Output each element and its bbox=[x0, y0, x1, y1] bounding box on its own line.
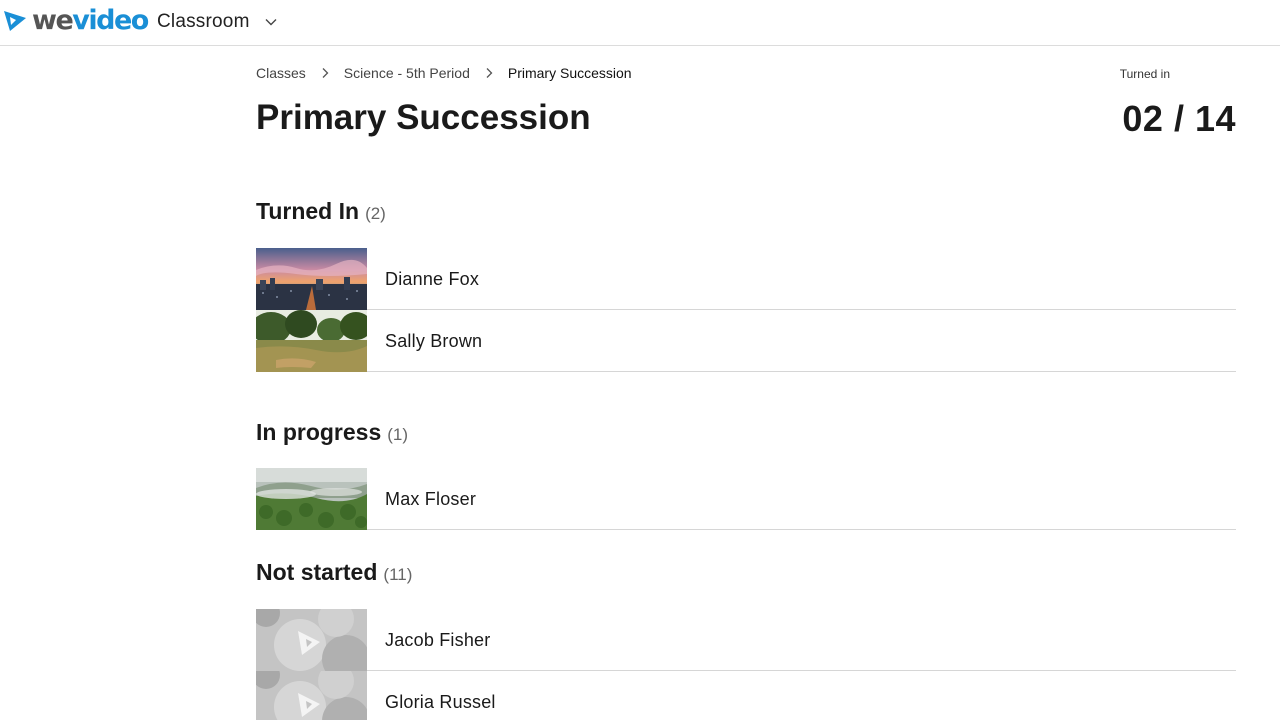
placeholder-thumbnail-icon bbox=[256, 609, 367, 671]
wevideo-wordmark: wevideo bbox=[32, 4, 149, 36]
chevron-right-icon bbox=[322, 68, 329, 78]
section-name: In progress bbox=[256, 419, 382, 445]
section-name: Turned In bbox=[256, 198, 360, 224]
app-switcher[interactable]: Classroom bbox=[157, 11, 278, 33]
video-thumbnail-meadow bbox=[256, 310, 367, 372]
section-in-progress-header: In progress (1) bbox=[256, 419, 408, 446]
turned-in-list: Dianne Fox Sally Brown bbox=[256, 248, 1236, 372]
section-count: (11) bbox=[383, 565, 413, 584]
app-name: Classroom bbox=[157, 11, 250, 32]
student-name: Gloria Russel bbox=[385, 691, 496, 712]
turned-in-count: 02 / 14 bbox=[1122, 98, 1236, 139]
student-name: Jacob Fisher bbox=[385, 629, 491, 650]
breadcrumb-current: Primary Succession bbox=[507, 65, 632, 81]
breadcrumb-class[interactable]: Science - 5th Period bbox=[344, 65, 470, 81]
student-row[interactable]: Sally Brown bbox=[256, 310, 1236, 372]
video-thumbnail-city-sunset bbox=[256, 248, 367, 310]
breadcrumb: Classes Science - 5th Period Primary Suc… bbox=[256, 65, 632, 81]
breadcrumb-classes[interactable]: Classes bbox=[256, 65, 306, 81]
not-started-list: Jacob Fisher Gloria Russel bbox=[256, 609, 1236, 720]
student-row[interactable]: Dianne Fox bbox=[256, 248, 1236, 310]
chevron-down-icon bbox=[265, 19, 277, 26]
student-name: Sally Brown bbox=[385, 330, 483, 351]
placeholder-thumbnail-icon bbox=[256, 671, 367, 720]
row-divider bbox=[367, 529, 1236, 530]
chevron-right-icon bbox=[486, 68, 493, 78]
video-thumbnail-forest bbox=[256, 468, 367, 530]
student-row[interactable]: Jacob Fisher bbox=[256, 609, 1236, 671]
section-turned-in-header: Turned In (2) bbox=[256, 198, 386, 225]
row-divider bbox=[367, 371, 1236, 372]
wevideo-logo[interactable]: wevideo bbox=[2, 2, 149, 38]
section-name: Not started bbox=[256, 559, 378, 585]
section-count: (1) bbox=[387, 425, 409, 444]
student-name: Max Floser bbox=[385, 488, 477, 509]
student-name: Dianne Fox bbox=[385, 268, 480, 289]
page-title: Primary Succession bbox=[256, 98, 591, 137]
wevideo-play-icon bbox=[4, 11, 26, 31]
section-not-started-header: Not started (11) bbox=[256, 559, 412, 586]
turned-in-label: Turned in bbox=[1119, 67, 1170, 81]
student-row[interactable]: Gloria Russel bbox=[256, 671, 1236, 720]
in-progress-list: Max Floser bbox=[256, 468, 1236, 530]
top-bar: wevideo Classroom bbox=[0, 0, 1280, 46]
section-count: (2) bbox=[365, 204, 386, 223]
student-row[interactable]: Max Floser bbox=[256, 468, 1236, 530]
